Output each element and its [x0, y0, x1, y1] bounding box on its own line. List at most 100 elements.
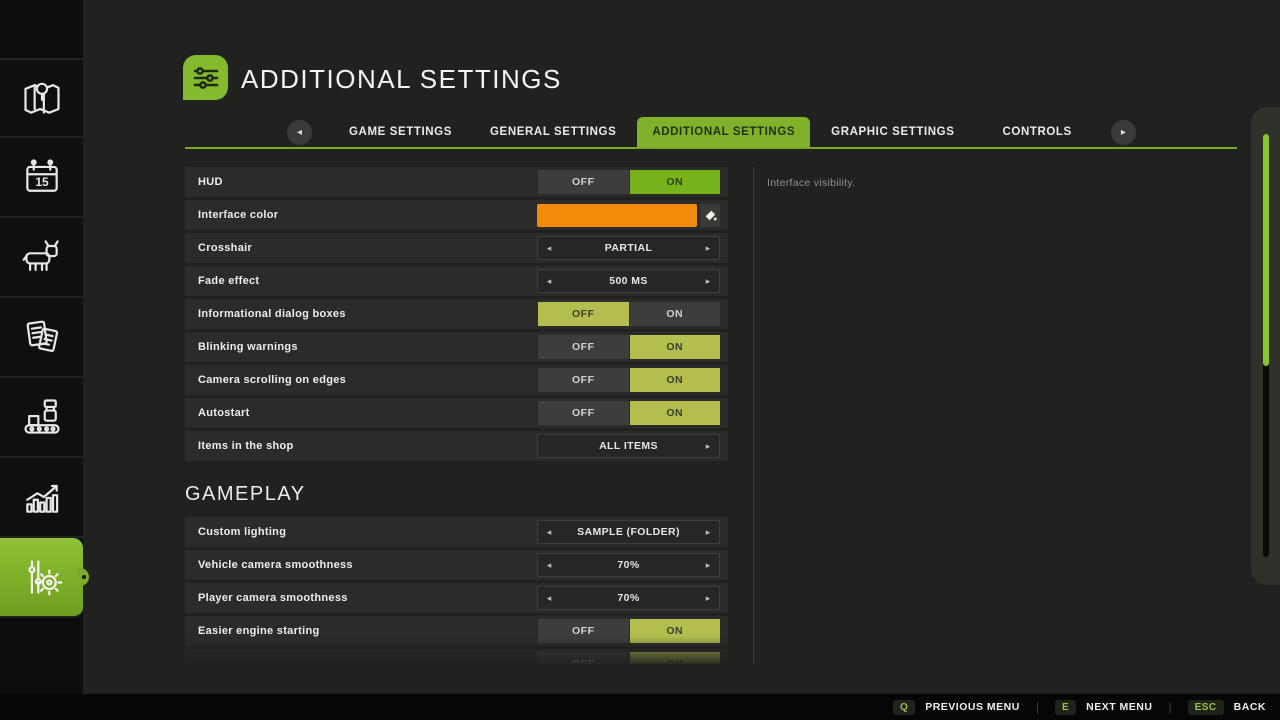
settings-row: Informational dialog boxesOFFON — [185, 299, 728, 329]
row-control: ◂PARTIAL▸ — [537, 236, 720, 260]
shortcut-next-menu: E NEXT MENU — [1055, 700, 1153, 715]
stepper-value: PARTIAL — [560, 242, 697, 254]
toggle-on-button[interactable]: ON — [630, 368, 721, 392]
sidebar: 15 — [0, 0, 83, 694]
row-control: OFFON — [537, 619, 720, 643]
row-label: Vehicle camera smoothness — [185, 559, 537, 571]
settings-row: Easier engine startingOFFON — [185, 616, 728, 646]
stepper-prev-arrow[interactable]: ◂ — [538, 243, 560, 254]
stepper-value: 70% — [560, 559, 697, 571]
key-e-badge: E — [1055, 700, 1076, 715]
row-label: Easier engine starting — [185, 625, 537, 637]
stepper-next-arrow[interactable]: ▸ — [697, 276, 719, 287]
tab-controls[interactable]: CONTROLS — [988, 117, 1087, 147]
scrollbar-thumb[interactable] — [1263, 134, 1269, 366]
shortcut-back: ESC BACK — [1188, 700, 1266, 715]
row-control: ◂ALL ITEMS▸ — [537, 434, 720, 458]
toggle-off-button[interactable]: OFF — [538, 368, 629, 392]
row-control: ◂70%▸ — [537, 553, 720, 577]
cow-icon — [20, 235, 64, 279]
row-control: ◂500 MS▸ — [537, 269, 720, 293]
page-icon — [183, 55, 228, 100]
sidebar-item-production[interactable] — [0, 378, 83, 458]
settings-row: Blinking warningsOFFON — [185, 332, 728, 362]
tabs-next-button[interactable]: ▸ — [1111, 120, 1136, 145]
color-picker-button[interactable] — [700, 204, 720, 227]
tabs-prev-button[interactable]: ◂ — [287, 120, 312, 145]
section-heading: GAMEPLAY — [185, 464, 728, 517]
stepper-next-arrow[interactable]: ▸ — [697, 441, 719, 452]
settings-row: AutostartOFFON — [185, 398, 728, 428]
previous-menu-label: PREVIOUS MENU — [925, 701, 1020, 713]
tab-general-settings[interactable]: GENERAL SETTINGS — [475, 117, 631, 147]
toggle-off-button[interactable]: OFF — [538, 401, 629, 425]
stepper-prev-arrow[interactable]: ◂ — [538, 593, 560, 604]
row-label: Blinking warnings — [185, 341, 537, 353]
settings-row: Items in the shop◂ALL ITEMS▸ — [185, 431, 728, 461]
row-control: ◂70%▸ — [537, 586, 720, 610]
tab-bar: ◂ GAME SETTINGS GENERAL SETTINGS ADDITIO… — [185, 117, 1237, 147]
help-panel: Interface visibility. — [753, 167, 1235, 664]
toggle-off-button[interactable]: OFF — [538, 302, 629, 326]
stepper-control: ◂70%▸ — [537, 553, 720, 577]
row-label: Custom lighting — [185, 526, 537, 538]
settings-row: Fade effect◂500 MS▸ — [185, 266, 728, 296]
calendar-icon: 15 — [20, 155, 64, 199]
toggle-off-button[interactable]: OFF — [538, 170, 629, 194]
settings-icon — [20, 555, 64, 599]
settings-screen: 15 — [0, 0, 1280, 720]
settings-row: Vehicle camera smoothness◂70%▸ — [185, 550, 728, 580]
stepper-value: 70% — [560, 592, 697, 604]
toggle-on-button[interactable]: ON — [630, 401, 721, 425]
stepper-prev-arrow[interactable]: ◂ — [538, 527, 560, 538]
toggle-on-button[interactable]: ON — [630, 302, 721, 326]
footer-separator: | — [1036, 700, 1039, 714]
row-control: OFFON — [537, 652, 720, 664]
toggle-on-button[interactable]: ON — [630, 335, 721, 359]
sidebar-item-statistics[interactable] — [0, 458, 83, 538]
page-title: ADDITIONAL SETTINGS — [241, 64, 562, 95]
row-label: Items in the shop — [185, 440, 537, 452]
sidebar-item-contracts[interactable] — [0, 298, 83, 378]
toggle-on-button[interactable]: ON — [630, 652, 721, 664]
sidebar-item-settings[interactable] — [0, 538, 83, 618]
sidebar-item-animals[interactable] — [0, 218, 83, 298]
settings-row: Camera scrolling on edgesOFFON — [185, 365, 728, 395]
settings-list: HUDOFFONInterface colorCrosshair◂PARTIAL… — [185, 167, 728, 664]
toggle-off-button[interactable]: OFF — [538, 619, 629, 643]
tab-graphic-settings[interactable]: GRAPHIC SETTINGS — [816, 117, 969, 147]
row-control: OFFON — [537, 368, 720, 392]
svg-text:15: 15 — [35, 175, 49, 189]
stepper-prev-arrow[interactable]: ◂ — [538, 560, 560, 571]
stepper-control: ◂70%▸ — [537, 586, 720, 610]
shortcut-previous-menu: Q PREVIOUS MENU — [893, 700, 1020, 715]
settings-row: Player camera smoothness◂70%▸ — [185, 583, 728, 613]
stepper-next-arrow[interactable]: ▸ — [697, 527, 719, 538]
settings-row: Custom lighting◂SAMPLE (FOLDER)▸ — [185, 517, 728, 547]
tab-underline — [185, 147, 1237, 149]
row-label: Autostart — [185, 407, 537, 419]
stepper-next-arrow[interactable]: ▸ — [697, 243, 719, 254]
sliders-icon — [191, 63, 221, 93]
stepper-next-arrow[interactable]: ▸ — [697, 593, 719, 604]
stepper-control: ◂SAMPLE (FOLDER)▸ — [537, 520, 720, 544]
toggle-off-button[interactable]: OFF — [538, 335, 629, 359]
back-label: BACK — [1234, 701, 1266, 713]
stepper-next-arrow[interactable]: ▸ — [697, 560, 719, 571]
stepper-value: ALL ITEMS — [560, 440, 697, 452]
tab-game-settings[interactable]: GAME SETTINGS — [334, 117, 467, 147]
toggle-off-button[interactable]: OFF — [538, 652, 629, 664]
sidebar-item-calendar[interactable]: 15 — [0, 138, 83, 218]
interface-color-swatch[interactable] — [537, 204, 697, 227]
tab-additional-settings[interactable]: ADDITIONAL SETTINGS — [637, 117, 810, 147]
map-icon — [20, 76, 64, 120]
toggle-on-button[interactable]: ON — [630, 170, 721, 194]
documents-icon — [20, 315, 64, 359]
toggle-on-button[interactable]: ON — [630, 619, 721, 643]
stepper-prev-arrow[interactable]: ◂ — [538, 276, 560, 287]
key-esc-badge: ESC — [1188, 700, 1224, 715]
row-label: Player camera smoothness — [185, 592, 537, 604]
sidebar-item-map[interactable] — [0, 58, 83, 138]
row-control: OFFON — [537, 401, 720, 425]
production-icon — [20, 395, 64, 439]
